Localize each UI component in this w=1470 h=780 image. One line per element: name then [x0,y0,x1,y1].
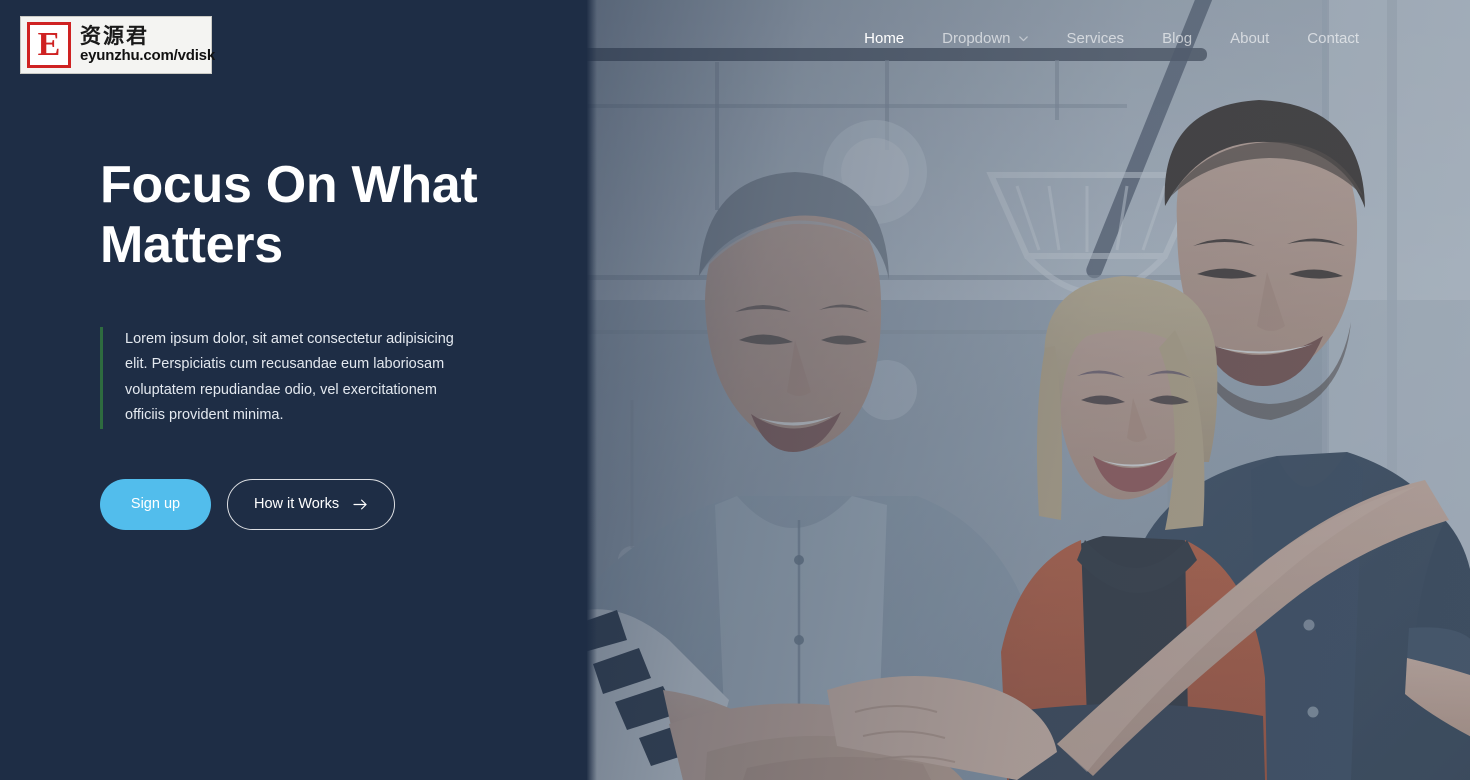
logo-e-letter: E [30,25,68,65]
nav-item-about[interactable]: About [1211,30,1288,47]
nav-item-label: Services [1066,30,1125,47]
nav-item-dropdown[interactable]: Dropdown [923,30,1047,47]
hero-description-block: Lorem ipsum dolor, sit amet consectetur … [100,326,480,429]
nav-item-home[interactable]: Home [845,30,923,47]
hero-photo [587,0,1470,780]
chevron-down-icon [1018,36,1028,42]
nav-item-label: Dropdown [942,30,1011,47]
how-it-works-button[interactable]: How it Works [227,478,396,530]
hero-content: Focus On What Matters Lorem ipsum dolor,… [0,0,587,780]
nav-item-contact[interactable]: Contact [1288,30,1378,47]
main-navigation[interactable]: Home Dropdown Services Blog About Contac… [845,30,1378,47]
page-title: Focus On What Matters [100,155,478,274]
nav-item-label: About [1230,30,1270,47]
how-it-works-label: How it Works [254,496,340,512]
nav-item-blog[interactable]: Blog [1143,30,1211,47]
sign-up-button[interactable]: Sign up [100,478,211,530]
nav-item-services[interactable]: Services [1048,30,1144,47]
arrow-right-icon [353,499,367,509]
hero-actions: Sign up How it Works [100,478,527,530]
nav-item-label: Contact [1307,30,1359,47]
nav-item-label: Home [864,30,905,47]
site-logo[interactable]: E 资源君 eyunzhu.com/vdisk [20,16,215,74]
logo-e-mark: E [27,22,71,68]
logo-url-text: eyunzhu.com/vdisk [80,47,215,65]
team-photo [587,0,1470,780]
nav-item-label: Blog [1162,30,1193,47]
logo-text-group: 资源君 eyunzhu.com/vdisk [80,25,215,65]
hero-section: E 资源君 eyunzhu.com/vdisk Home Dropdown Se… [0,0,1470,780]
logo-chinese-name: 资源君 [80,24,149,49]
sign-up-label: Sign up [130,496,181,512]
hero-description: Lorem ipsum dolor, sit amet consectetur … [125,330,454,424]
